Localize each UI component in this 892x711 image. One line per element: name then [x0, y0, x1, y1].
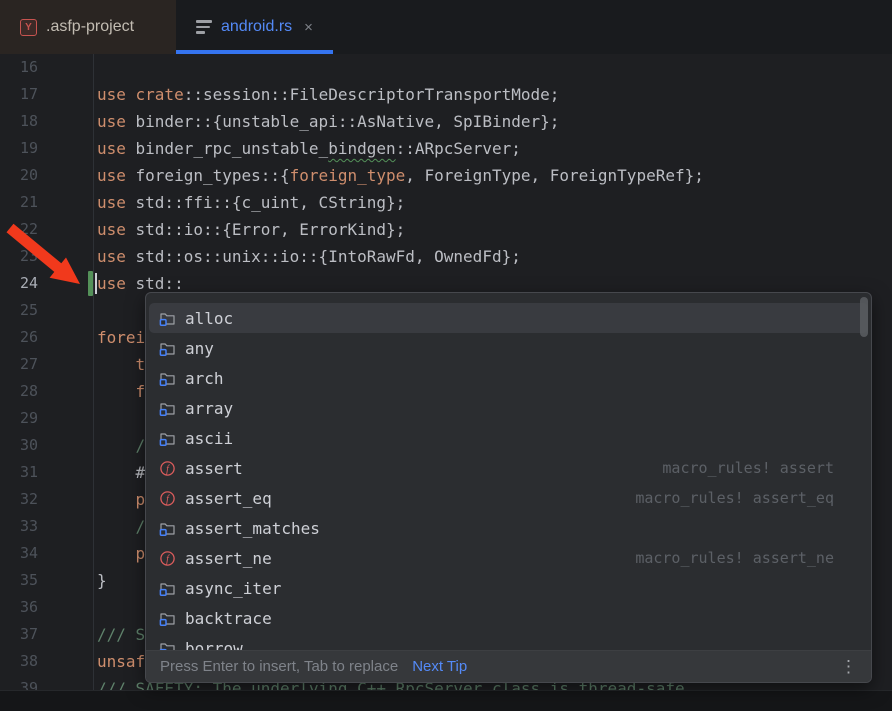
completion-tail-text: macro_rules! assert — [662, 459, 834, 477]
completion-label: arch — [185, 369, 224, 388]
line-number: 32 — [0, 486, 38, 513]
line-number: 18 — [0, 108, 38, 135]
code-line-18[interactable]: 18use binder::{unstable_api::AsNative, S… — [0, 108, 892, 135]
code-line-22[interactable]: 22use std::io::{Error, ErrorKind}; — [0, 216, 892, 243]
line-number: 29 — [0, 405, 38, 432]
module-icon — [159, 310, 176, 327]
svg-text:f: f — [166, 494, 170, 505]
code-line-23[interactable]: 23use std::os::unix::io::{IntoRawFd, Own… — [0, 243, 892, 270]
completion-label: assert — [185, 459, 243, 478]
line-number: 36 — [0, 594, 38, 621]
completion-item-arch[interactable]: arch — [149, 363, 868, 393]
code-line-16[interactable]: 16 — [0, 54, 892, 81]
line-number: 28 — [0, 378, 38, 405]
completion-item-alloc[interactable]: alloc — [149, 303, 868, 333]
yaml-file-icon: Y — [20, 19, 37, 36]
completion-item-assert_matches[interactable]: assert_matches — [149, 513, 868, 543]
module-icon — [159, 400, 176, 417]
line-number: 39 — [0, 675, 38, 690]
completion-list: alloc any arch array ascii f assert macro_rules… — [146, 293, 871, 652]
code-line-20[interactable]: 20use foreign_types::{foreign_type, Fore… — [0, 162, 892, 189]
completion-popup: alloc any arch array ascii f assert macro_rules… — [145, 292, 872, 683]
line-number: 17 — [0, 81, 38, 108]
line-number: 30 — [0, 432, 38, 459]
change-marker — [88, 271, 93, 296]
tab-label: android.rs — [221, 18, 292, 36]
line-number: 27 — [0, 351, 38, 378]
line-number: 34 — [0, 540, 38, 567]
code-line-21[interactable]: 21use std::ffi::{c_uint, CString}; — [0, 189, 892, 216]
completion-item-assert_ne[interactable]: f assert_ne macro_rules! assert_ne — [149, 543, 868, 573]
completion-footer: Press Enter to insert, Tab to replace Ne… — [146, 650, 871, 682]
macro-icon: f — [159, 490, 176, 507]
line-number: 33 — [0, 513, 38, 540]
svg-text:f: f — [166, 464, 170, 475]
completion-label: assert_eq — [185, 489, 272, 508]
macro-icon: f — [159, 550, 176, 567]
module-icon — [159, 610, 176, 627]
ide-window: Y .asfp-project android.rs × 1617use cra… — [0, 0, 892, 711]
completion-label: alloc — [185, 309, 233, 328]
module-icon — [159, 520, 176, 537]
line-number: 20 — [0, 162, 38, 189]
tab-asfp-project[interactable]: Y .asfp-project — [0, 0, 176, 54]
completion-label: backtrace — [185, 609, 272, 628]
next-tip-link[interactable]: Next Tip — [412, 658, 467, 675]
line-number: 31 — [0, 459, 38, 486]
line-number: 35 — [0, 567, 38, 594]
completion-item-array[interactable]: array — [149, 393, 868, 423]
bottom-strip — [0, 690, 892, 711]
module-icon — [159, 340, 176, 357]
code-line-17[interactable]: 17use crate::session::FileDescriptorTran… — [0, 81, 892, 108]
completion-item-any[interactable]: any — [149, 333, 868, 363]
completion-label: async_iter — [185, 579, 281, 598]
line-number: 26 — [0, 324, 38, 351]
line-number: 25 — [0, 297, 38, 324]
text-caret — [95, 273, 97, 294]
macro-icon: f — [159, 460, 176, 477]
completion-label: assert_ne — [185, 549, 272, 568]
editor-tab-bar: Y .asfp-project android.rs × — [0, 0, 892, 54]
completion-hint: Press Enter to insert, Tab to replace — [160, 658, 398, 675]
more-options-icon[interactable]: ⋮ — [840, 657, 857, 677]
line-number: 37 — [0, 621, 38, 648]
module-icon — [159, 430, 176, 447]
completion-item-ascii[interactable]: ascii — [149, 423, 868, 453]
line-number: 21 — [0, 189, 38, 216]
module-icon — [159, 580, 176, 597]
code-line-19[interactable]: 19use binder_rpc_unstable_bindgen::ARpcS… — [0, 135, 892, 162]
completion-item-async_iter[interactable]: async_iter — [149, 573, 868, 603]
completion-label: ascii — [185, 429, 233, 448]
line-number: 16 — [0, 54, 38, 81]
line-number: 19 — [0, 135, 38, 162]
completion-item-backtrace[interactable]: backtrace — [149, 603, 868, 633]
module-icon — [159, 370, 176, 387]
tab-label: .asfp-project — [46, 18, 134, 36]
tab-android-rs[interactable]: android.rs × — [176, 0, 333, 54]
completion-label: array — [185, 399, 233, 418]
completion-item-assert[interactable]: f assert macro_rules! assert — [149, 453, 868, 483]
completion-tail-text: macro_rules! assert_ne — [635, 549, 834, 567]
svg-text:f: f — [166, 554, 170, 565]
popup-scrollbar[interactable] — [860, 297, 868, 337]
tab-close-icon[interactable]: × — [304, 20, 313, 35]
completion-label: assert_matches — [185, 519, 320, 538]
completion-label: any — [185, 339, 214, 358]
line-number: 23 — [0, 243, 38, 270]
completion-tail-text: macro_rules! assert_eq — [635, 489, 834, 507]
line-number: 24 — [0, 270, 38, 297]
line-number: 22 — [0, 216, 38, 243]
line-number: 38 — [0, 648, 38, 675]
rust-file-icon — [196, 20, 212, 33]
completion-item-assert_eq[interactable]: f assert_eq macro_rules! assert_eq — [149, 483, 868, 513]
